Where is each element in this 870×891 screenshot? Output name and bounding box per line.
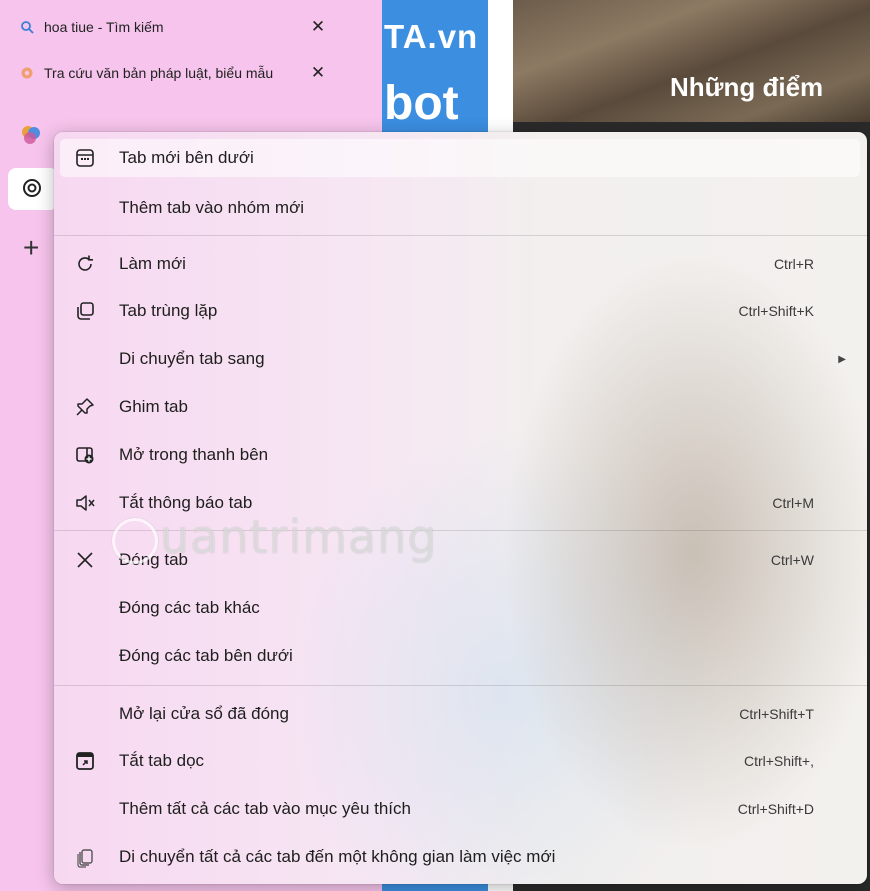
- pinwheel-favicon-icon[interactable]: [20, 124, 42, 146]
- copilot-favicon-icon: [23, 179, 41, 197]
- menu-item-shortcut: Ctrl+Shift+T: [739, 706, 814, 722]
- tab-law-lookup[interactable]: Tra cứu văn bản pháp luật, biểu mẫu ✕: [10, 56, 360, 90]
- menu-item-shortcut: Ctrl+Shift+K: [738, 303, 814, 319]
- sidebar-open-icon: [76, 447, 94, 464]
- site-logo-text: TA.vn: [384, 18, 479, 55]
- menu-item-shortcut: Ctrl+Shift+D: [737, 801, 814, 817]
- menu-item-turn-off-vertical-tabs[interactable]: Tắt tab dọc Ctrl+Shift+,: [60, 742, 860, 780]
- submenu-arrow-icon: ▶: [838, 353, 846, 365]
- menu-item-add-to-new-group[interactable]: Thêm tab vào nhóm mới: [60, 189, 860, 227]
- close-icon: [77, 552, 93, 568]
- menu-item-label: Thêm tab vào nhóm mới: [119, 198, 304, 217]
- menu-item-label: Làm mới: [119, 254, 186, 273]
- menu-item-shortcut: Ctrl+M: [772, 495, 814, 511]
- workspace-icon: [77, 849, 93, 868]
- menu-item-close-other-tabs[interactable]: Đóng các tab khác: [60, 589, 860, 627]
- tab-context-menu: Tab mới bên dưới Thêm tab vào nhóm mới L…: [54, 132, 867, 884]
- menu-item-new-tab-below[interactable]: Tab mới bên dưới: [60, 139, 860, 177]
- new-tab-button[interactable]: +: [23, 234, 39, 262]
- menu-item-duplicate-tab[interactable]: Tab trùng lặp Ctrl+Shift+K: [60, 292, 860, 330]
- menu-item-label: Đóng các tab bên dưới: [119, 646, 293, 665]
- watermark-logo-icon: [112, 518, 158, 564]
- menu-separator: [54, 235, 867, 236]
- close-tab-icon[interactable]: ✕: [308, 63, 328, 83]
- article-headline[interactable]: Những điểm: [670, 72, 823, 103]
- menu-item-label: Đóng các tab khác: [119, 598, 260, 617]
- menu-item-open-in-sidebar[interactable]: Mở trong thanh bên: [60, 436, 860, 474]
- menu-item-label: Thêm tất cả các tab vào mục yêu thích: [119, 799, 411, 818]
- menu-item-refresh[interactable]: Làm mới Ctrl+R: [60, 245, 860, 283]
- menu-item-label: Tắt tab dọc: [119, 751, 205, 770]
- menu-item-add-all-to-favorites[interactable]: Thêm tất cả các tab vào mục yêu thích Ct…: [60, 790, 860, 828]
- menu-item-label: Tab mới bên dưới: [119, 148, 254, 167]
- menu-item-move-tab-to[interactable]: Di chuyển tab sang ▶: [60, 340, 860, 378]
- mute-icon: [76, 495, 95, 511]
- menu-item-move-all-to-workspace[interactable]: Di chuyển tất cả các tab đến một không g…: [60, 838, 860, 876]
- tab-title: Tra cứu văn bản pháp luật, biểu mẫu: [44, 65, 274, 81]
- menu-item-label: Mở lại cửa sổ đã đóng: [119, 704, 289, 723]
- watermark-text: uantrimang: [160, 510, 438, 564]
- duplicate-icon: [77, 302, 94, 320]
- gear-favicon-icon: [21, 67, 33, 79]
- pin-icon: [76, 398, 94, 416]
- search-icon: [21, 21, 34, 34]
- menu-separator: [54, 685, 867, 686]
- menu-item-label: Mở trong thanh bên: [119, 445, 269, 464]
- new-tab-below-icon: [76, 149, 94, 167]
- menu-item-label: Di chuyển tất cả các tab đến một không g…: [119, 847, 556, 866]
- menu-item-pin-tab[interactable]: Ghim tab: [60, 388, 860, 426]
- tab-title: hoa tiue - Tìm kiếm: [44, 19, 164, 35]
- site-logo-text: bot: [384, 77, 459, 130]
- menu-item-close-tabs-below[interactable]: Đóng các tab bên dưới: [60, 637, 860, 675]
- menu-item-shortcut: Ctrl+W: [770, 552, 814, 568]
- menu-item-label: Ghim tab: [119, 397, 188, 416]
- menu-item-shortcut: Ctrl+R: [773, 256, 814, 272]
- menu-item-reopen-closed-window[interactable]: Mở lại cửa sổ đã đóng Ctrl+Shift+T: [60, 695, 860, 733]
- menu-item-label: Tab trùng lặp: [119, 301, 218, 320]
- close-tab-icon[interactable]: ✕: [308, 17, 328, 37]
- menu-item-label: Di chuyển tab sang: [119, 349, 265, 368]
- tab-search[interactable]: hoa tiue - Tìm kiếm ✕: [10, 10, 360, 44]
- refresh-icon: [78, 255, 93, 271]
- menu-item-shortcut: Ctrl+Shift+,: [743, 753, 814, 769]
- vertical-tabs-icon: [76, 752, 94, 770]
- article-image[interactable]: [513, 0, 870, 122]
